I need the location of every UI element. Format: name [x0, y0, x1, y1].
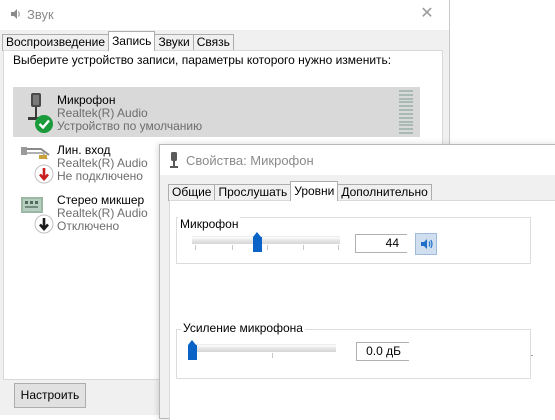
device-driver: Realtek(R) Audio [57, 156, 148, 170]
boost-level-group [176, 329, 531, 379]
check-badge-icon [35, 115, 53, 133]
device-name: Лин. вход [57, 143, 111, 157]
tab-general[interactable]: Общие [168, 184, 216, 201]
speaker-icon [11, 9, 20, 19]
device-status: Не подключено [57, 169, 143, 183]
microphone-level-value[interactable]: 44 [355, 234, 407, 253]
instruction-text: Выберите устройство записи, параметры ко… [13, 53, 392, 67]
microphone-slider-track[interactable] [192, 236, 340, 244]
device-driver: Realtek(R) Audio [57, 206, 148, 220]
configure-button[interactable]: Настроить [14, 383, 86, 408]
microphone-icon [170, 152, 178, 168]
speaker-icon [421, 239, 433, 249]
arrow-down-red-badge-icon [34, 164, 54, 184]
tab-levels[interactable]: Уровни [290, 181, 339, 201]
boost-slider-track[interactable] [192, 344, 336, 352]
tab-listen[interactable]: Прослушать [214, 184, 292, 201]
device-status: Устройство по умолчанию [57, 119, 203, 133]
sound-tabs: Воспроизведение Запись Звуки Связь [2, 31, 234, 51]
device-driver: Realtek(R) Audio [57, 106, 148, 120]
line-in-icon [21, 147, 54, 184]
close-button[interactable]: ✕ [415, 3, 439, 25]
sound-window-title: Звук [27, 7, 54, 22]
microphone-icon [28, 93, 53, 133]
boost-slider-thumb[interactable] [188, 340, 197, 360]
sound-titlebar: Звук ✕ [0, 0, 449, 30]
device-name: Микрофон [57, 93, 116, 107]
tab-recording[interactable]: Запись [108, 31, 156, 51]
properties-tabs: Общие Прослушать Уровни Дополнительно [168, 181, 432, 201]
stereo-mixer-icon [21, 197, 54, 234]
tab-advanced[interactable]: Дополнительно [337, 184, 432, 201]
level-meter [399, 90, 413, 134]
boost-level-value[interactable]: 0.0 дБ [356, 342, 409, 361]
microphone-properties-window: Свойства: Микрофон Общие Прослушать Уров… [159, 144, 555, 420]
properties-titlebar: Свойства: Микрофон [160, 145, 555, 175]
tab-communications[interactable]: Связь [192, 34, 234, 51]
mute-toggle-button[interactable] [415, 233, 437, 255]
tab-sounds[interactable]: Звуки [154, 34, 194, 51]
boost-level-label: Усиление микрофона [181, 321, 305, 335]
arrow-down-black-badge-icon [34, 214, 54, 234]
microphone-slider-thumb[interactable] [253, 232, 263, 252]
device-name: Стерео микшер [57, 193, 145, 207]
device-status: Отключено [57, 219, 120, 233]
properties-window-title: Свойства: Микрофон [186, 153, 314, 168]
close-icon: ✕ [420, 5, 434, 22]
microphone-level-label: Микрофон [178, 217, 241, 231]
tab-playback[interactable]: Воспроизведение [2, 34, 110, 51]
device-item-microphone[interactable]: Микрофон Realtek(R) Audio Устройство по … [13, 87, 420, 137]
levels-panel: Микрофон 44 Усиление микрофона 0.0 дБ [169, 200, 555, 420]
